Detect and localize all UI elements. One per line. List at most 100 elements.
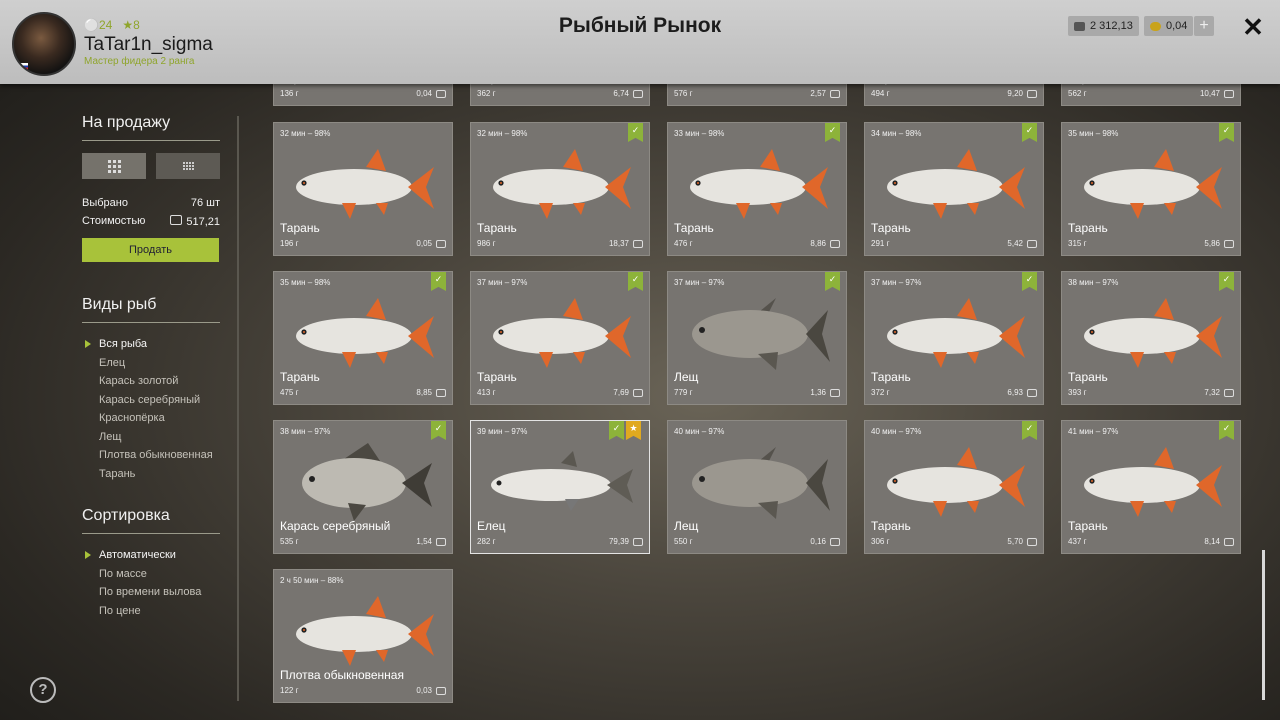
fish-card[interactable]: 37 мин – 97% ✓ Тарань 372 г 6,93 xyxy=(864,271,1044,405)
sort-title: Сортировка xyxy=(82,503,220,534)
fish-card[interactable]: 38 мин – 97% ✓ Тарань 393 г 7,32 xyxy=(1061,271,1241,405)
fish-weight: 291 г xyxy=(871,239,890,248)
fish-name: Тарань xyxy=(280,370,320,384)
price-value: 1,36 xyxy=(810,388,826,397)
silver-coin-icon xyxy=(830,388,840,397)
fish-card[interactable]: Тарань 362 г 6,74 xyxy=(470,84,650,106)
cost-row: Стоимостью 517,21 xyxy=(82,215,220,228)
fish-card[interactable]: 40 мин – 97% Лещ 550 г 0,16 xyxy=(667,420,847,554)
silver-coin-icon xyxy=(436,239,446,248)
fish-card[interactable]: Плотва обыкновенная 576 г 2,57 xyxy=(667,84,847,106)
fish-card[interactable]: Тарань 562 г 10,47 xyxy=(1061,84,1241,106)
sell-button[interactable]: Продать xyxy=(82,238,219,262)
fish-price: 2,57 xyxy=(810,89,840,98)
fish-grid: Тарань 136 г 0,04 Тарань 362 г 6,74 Плотва обы… xyxy=(270,84,1255,720)
fish-weight: 413 г xyxy=(477,388,496,397)
price-value: 1,54 xyxy=(416,537,432,546)
sort-option[interactable]: По цене xyxy=(82,602,220,621)
catch-time: 40 мин – 97% xyxy=(871,427,922,436)
fish-weight: 476 г xyxy=(674,239,693,248)
bream-fish-icon xyxy=(692,447,830,519)
fish-price: 6,74 xyxy=(613,89,643,98)
species-item[interactable]: Лещ xyxy=(82,428,220,447)
species-item[interactable]: Карась золотой xyxy=(82,372,220,391)
price-value: 8,14 xyxy=(1204,537,1220,546)
header-bar: ⚪24 ★8 TaTar1n_sigma Мастер фидера 2 ран… xyxy=(0,0,1280,84)
price-value: 6,74 xyxy=(613,89,629,98)
species-item[interactable]: Вся рыба xyxy=(82,335,220,354)
fish-price: 7,32 xyxy=(1204,388,1234,397)
scrollbar[interactable] xyxy=(1262,550,1265,700)
silver-balance: 2 312,13 xyxy=(1068,16,1139,36)
fish-name: Тарань xyxy=(871,221,911,235)
fish-card[interactable]: 35 мин – 98% ✓ Тарань 475 г 8,85 xyxy=(273,271,453,405)
species-item[interactable]: Плотва обыкновенная xyxy=(82,446,220,465)
species-item[interactable]: Тарань xyxy=(82,465,220,484)
add-currency-button[interactable]: + xyxy=(1194,16,1214,36)
species-item[interactable]: Елец xyxy=(82,354,220,373)
help-icon[interactable]: ? xyxy=(30,677,56,703)
list-view-icon[interactable] xyxy=(156,153,220,179)
fish-weight: 122 г xyxy=(280,686,299,695)
fish-card[interactable]: Тарань 136 г 0,04 xyxy=(273,84,453,106)
fish-card[interactable]: 35 мин – 98% ✓ Тарань 315 г 5,86 xyxy=(1061,122,1241,256)
fish-card[interactable]: 2 ч 50 мин – 88% Плотва обыкновенная 122 г… xyxy=(273,569,453,703)
price-value: 5,42 xyxy=(1007,239,1023,248)
fish-card[interactable]: 41 мин – 97% ✓ Тарань 437 г 8,14 xyxy=(1061,420,1241,554)
cost-label: Стоимостью xyxy=(82,215,146,227)
roach-fish-icon xyxy=(1084,149,1222,219)
catch-time: 32 мин – 98% xyxy=(280,129,331,138)
fish-weight: 550 г xyxy=(674,537,693,546)
price-value: 5,70 xyxy=(1007,537,1023,546)
silver-value: 2 312,13 xyxy=(1090,20,1133,32)
fish-price: 0,03 xyxy=(416,686,446,695)
roach-fish-icon xyxy=(493,149,631,219)
for-sale-title: На продажу xyxy=(82,110,220,141)
fish-card[interactable]: 32 мин – 98% ✓ Тарань 986 г 18,37 xyxy=(470,122,650,256)
sort-option[interactable]: Автоматически xyxy=(82,546,220,565)
fish-weight: 393 г xyxy=(1068,388,1087,397)
silver-coin-icon xyxy=(1224,89,1234,98)
sort-option[interactable]: По массе xyxy=(82,565,220,584)
catch-time: 37 мин – 97% xyxy=(871,278,922,287)
fish-name: Плотва обыкновенная xyxy=(674,84,798,85)
fish-price: 6,93 xyxy=(1007,388,1037,397)
silver-coin-icon xyxy=(436,388,446,397)
cost-value-wrap: 517,21 xyxy=(170,215,220,228)
fish-name: Тарань xyxy=(871,519,911,533)
fish-card[interactable]: Тарань 494 г 9,20 xyxy=(864,84,1044,106)
sort-list: Автоматически По массе По времени вылова… xyxy=(82,546,220,620)
fish-price: 9,20 xyxy=(1007,89,1037,98)
fish-weight: 282 г xyxy=(477,537,496,546)
fish-card[interactable]: 38 мин – 97% ✓ Карась серебряный 535 г 1,54 xyxy=(273,420,453,554)
roach-fish-icon xyxy=(296,149,434,219)
silver-coin-icon xyxy=(436,686,446,695)
gold-balance: 0,04 xyxy=(1144,16,1194,36)
fish-card[interactable]: 37 мин – 97% ✓ Тарань 413 г 7,69 xyxy=(470,271,650,405)
silver-coin-icon xyxy=(1074,21,1085,31)
fish-card[interactable]: 37 мин – 97% ✓ Лещ 779 г 1,36 xyxy=(667,271,847,405)
fish-price: 1,36 xyxy=(810,388,840,397)
species-item[interactable]: Краснопёрка xyxy=(82,409,220,428)
fish-name: Тарань xyxy=(1068,519,1108,533)
fish-card[interactable]: 39 мин – 97% ★ ✓ Елец 282 г 79,39 xyxy=(470,420,650,554)
fish-name: Плотва обыкновенная xyxy=(280,668,404,682)
fish-name: Лещ xyxy=(674,519,699,533)
silver-coin-icon xyxy=(1224,239,1234,248)
fish-weight: 535 г xyxy=(280,537,299,546)
fish-name: Тарань xyxy=(477,84,517,85)
rudd-fish-icon xyxy=(296,596,434,666)
fish-card[interactable]: 33 мин – 98% ✓ Тарань 476 г 8,86 xyxy=(667,122,847,256)
fish-card[interactable]: 34 мин – 98% ✓ Тарань 291 г 5,42 xyxy=(864,122,1044,256)
roach-fish-icon xyxy=(1084,447,1222,517)
fish-card[interactable]: 40 мин – 97% ✓ Тарань 306 г 5,70 xyxy=(864,420,1044,554)
cost-value: 517,21 xyxy=(186,216,220,228)
grid-view-icon[interactable] xyxy=(82,153,146,179)
close-icon[interactable]: ✕ xyxy=(1240,12,1266,42)
sort-option[interactable]: По времени вылова xyxy=(82,583,220,602)
catch-time: 41 мин – 97% xyxy=(1068,427,1119,436)
species-item[interactable]: Карась серебряный xyxy=(82,391,220,410)
fish-weight: 372 г xyxy=(871,388,890,397)
roach-fish-icon xyxy=(1084,298,1222,368)
fish-card[interactable]: 32 мин – 98% Тарань 196 г 0,05 xyxy=(273,122,453,256)
